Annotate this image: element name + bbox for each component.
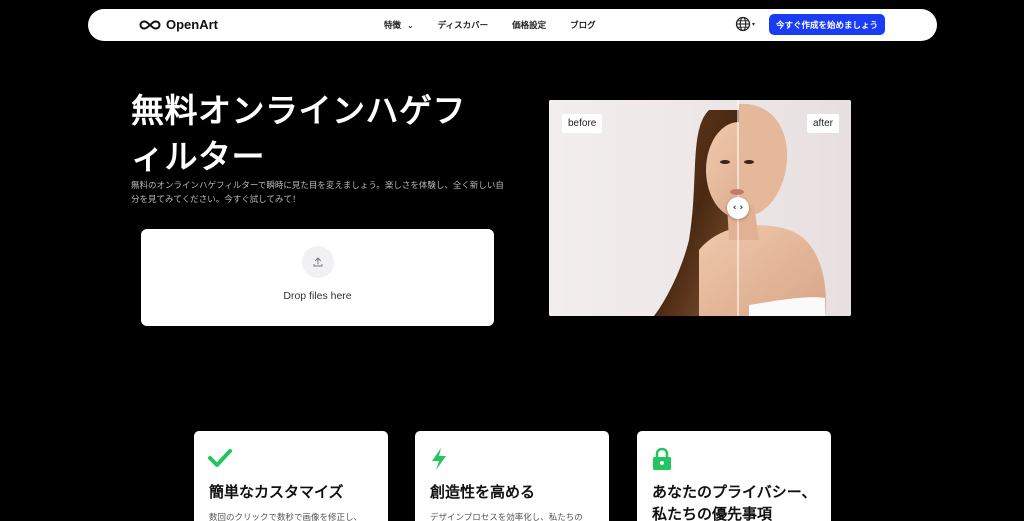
feature-title: あなたのプライバシー、私たちの優先事項: [652, 483, 817, 521]
chevron-left-right-icon: ‹ ›: [732, 203, 744, 213]
nav-links: 特徴 ⌄ ディスカバー 価格設定 ブログ: [384, 9, 620, 41]
infinity-logo-icon: [139, 19, 161, 30]
nav-item-blog[interactable]: ブログ: [570, 19, 596, 31]
nav-item-discover[interactable]: ディスカバー: [438, 19, 488, 31]
feature-title: 簡単なカスタマイズ: [209, 483, 344, 501]
before-label: before: [562, 114, 603, 133]
feature-card-privacy: あなたのプライバシー、私たちの優先事項: [637, 431, 831, 521]
globe-icon: [735, 16, 751, 32]
lightning-icon: [432, 448, 446, 470]
nav-item-label: ディスカバー: [437, 21, 489, 31]
feature-title: 創造性を高める: [430, 483, 536, 501]
top-navbar: OpenArt 特徴 ⌄ ディスカバー 価格設定 ブログ ▾ 今すぐ作成を始めま…: [88, 9, 937, 41]
feature-card-customization: 簡単なカスタマイズ 数回のクリックで数秒で画像を修正し、: [194, 431, 388, 521]
brand-logo[interactable]: OpenArt: [139, 17, 218, 32]
nav-item-pricing[interactable]: 価格設定: [512, 19, 546, 31]
start-creating-button[interactable]: 今すぐ作成を始めましょう: [769, 14, 885, 35]
chevron-down-icon: ⌄: [407, 20, 414, 30]
upload-icon: [313, 257, 323, 267]
dropzone-label: Drop files here: [283, 290, 352, 302]
before-after-comparison[interactable]: before after ‹ ›: [549, 100, 851, 316]
after-label: after: [806, 114, 839, 133]
chevron-down-icon: ▾: [752, 20, 756, 28]
feature-description: 数回のクリックで数秒で画像を修正し、: [209, 513, 363, 521]
brand-name: OpenArt: [166, 17, 218, 32]
language-selector[interactable]: ▾: [735, 16, 755, 32]
feature-card-creativity: 創造性を高める デザインプロセスを効率化し、私たちの: [415, 431, 609, 521]
file-dropzone[interactable]: Drop files here: [141, 229, 494, 326]
feature-description: デザインプロセスを効率化し、私たちの: [430, 513, 583, 521]
check-icon: [208, 449, 232, 467]
upload-button[interactable]: [302, 246, 334, 278]
nav-item-label: 価格設定: [512, 21, 547, 31]
nav-item-label: 特徴: [384, 21, 402, 31]
lock-icon: [653, 447, 671, 470]
hero-subtitle: 無料のオンラインハゲフィルターで瞬時に見た目を変えましょう。楽しさを体験し、全く…: [131, 181, 504, 205]
page-title: 無料オンラインハゲフィルター: [131, 91, 466, 176]
nav-item-features[interactable]: 特徴 ⌄: [384, 19, 414, 32]
nav-item-label: ブログ: [570, 21, 596, 31]
comparison-slider-handle[interactable]: ‹ ›: [727, 197, 749, 219]
